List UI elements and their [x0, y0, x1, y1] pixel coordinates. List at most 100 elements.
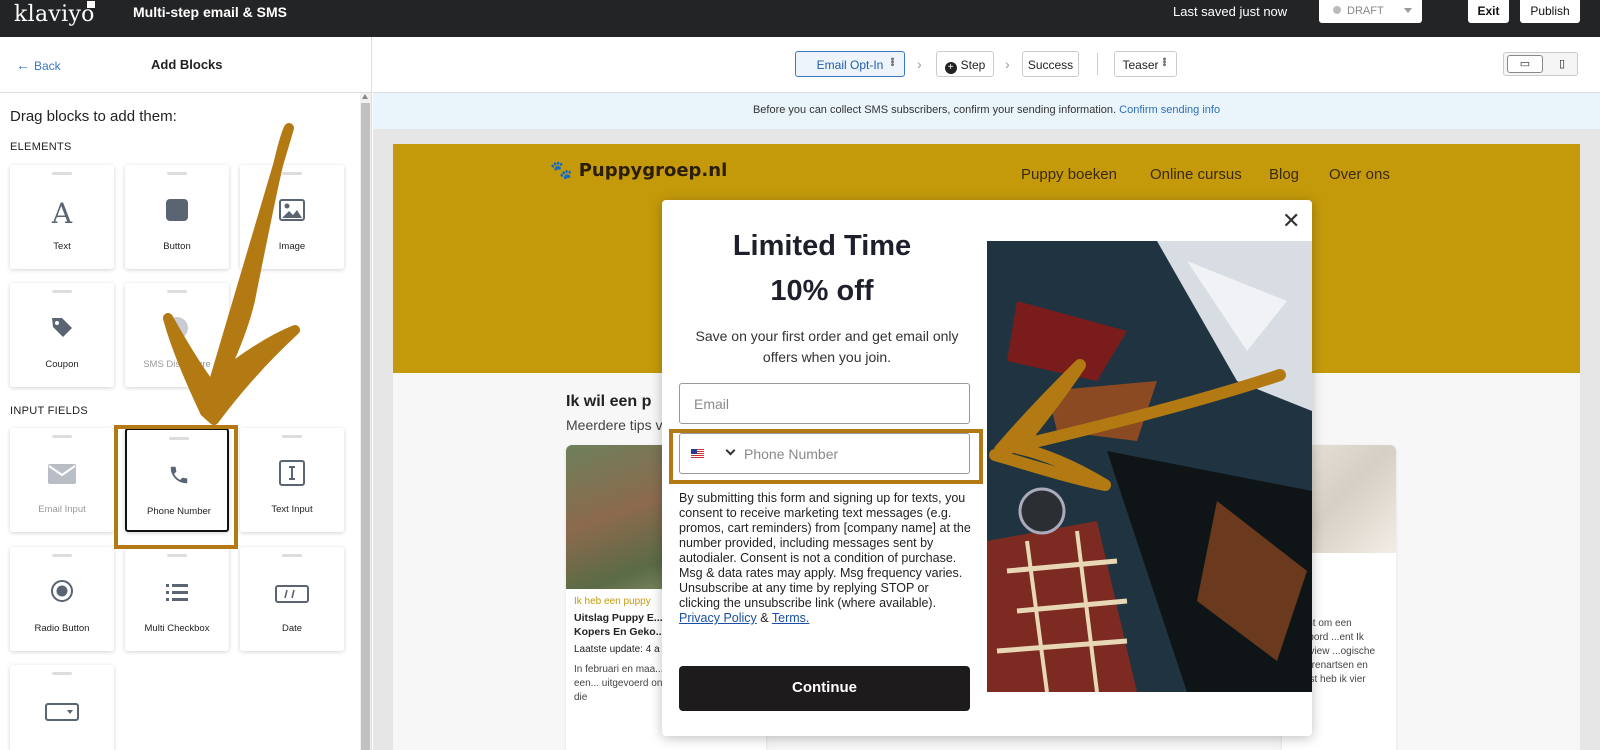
step-label: Success — [1027, 58, 1074, 72]
email-field[interactable]: Email — [679, 383, 970, 424]
panel-scrollbar[interactable] — [360, 93, 371, 750]
consent-ampersand: & — [760, 611, 769, 625]
block-label: Coupon — [45, 359, 79, 370]
plus-circle-icon: + — [944, 62, 957, 74]
scroll-up-icon[interactable] — [362, 94, 368, 99]
add-step-button[interactable]: + Step — [936, 51, 994, 77]
exit-button[interactable]: Exit — [1468, 0, 1509, 23]
drag-handle[interactable] — [167, 554, 187, 557]
block-label: Radio Button — [34, 623, 90, 634]
drag-handle[interactable] — [282, 172, 302, 175]
confirm-sending-info-link[interactable]: Confirm sending info — [1119, 104, 1220, 116]
mobile-view-icon[interactable]: ▯ — [1550, 55, 1574, 73]
block-label: Button — [163, 241, 191, 252]
klaviyo-logo: klaviyo — [14, 2, 95, 27]
annotation-highlight-box — [669, 429, 983, 484]
chevron-down-icon — [1404, 8, 1412, 13]
drag-hint: Drag blocks to add them: — [10, 108, 177, 125]
sms-consent-text: By submitting this form and signing up f… — [679, 491, 972, 626]
divider — [1097, 53, 1098, 75]
device-toggle: ▭ ▯ — [1503, 52, 1578, 76]
block-text-input[interactable]: Text Input — [240, 428, 344, 532]
back-label: Back — [34, 59, 61, 73]
block-text[interactable]: A Text — [10, 165, 114, 269]
tab-email-optin[interactable]: Email Opt-In ••• — [795, 51, 905, 77]
popup-offer: 10% off — [770, 275, 874, 307]
tab-teaser[interactable]: Teaser ••• — [1114, 51, 1177, 77]
block-email-input[interactable]: Email Input — [10, 428, 114, 532]
step-label: Step — [960, 58, 986, 72]
form-title[interactable]: Multi-step email & SMS — [133, 4, 287, 20]
block-label: Image — [278, 241, 306, 252]
site-nav-item: Over ons — [1329, 166, 1390, 183]
dropdown-icon — [10, 697, 114, 728]
block-image[interactable]: Image — [240, 165, 344, 269]
signup-popup: ✕ Limited Time 10% off Save on your firs… — [662, 200, 1312, 736]
clothing-photo — [987, 241, 1312, 692]
block-label: Email Input — [38, 504, 86, 515]
site-nav-item: Online cursus — [1150, 166, 1242, 183]
button-icon — [125, 197, 229, 228]
paw-icon: 🐾 — [550, 160, 579, 181]
drag-handle[interactable] — [282, 435, 302, 438]
drag-handle[interactable] — [52, 435, 72, 438]
tag-icon — [10, 315, 114, 346]
sms-icon — [125, 315, 229, 346]
step-label: Teaser — [1122, 58, 1159, 72]
block-sms-disclosure[interactable]: SMS Disclosure — [125, 283, 229, 387]
terms-link[interactable]: Terms. — [772, 611, 810, 625]
step-bar: Email Opt-In ••• › + Step › Success Tease… — [373, 37, 1600, 93]
block-multi-checkbox[interactable]: Multi Checkbox — [125, 547, 229, 651]
email-placeholder: Email — [694, 396, 730, 412]
desktop-view-icon[interactable]: ▭ — [1507, 55, 1543, 73]
top-bar: klaviyo Multi-step email & SMS Last save… — [0, 0, 1600, 37]
close-icon[interactable]: ✕ — [1282, 210, 1300, 232]
block-button[interactable]: Button — [125, 165, 229, 269]
site-nav-item: Blog — [1269, 166, 1300, 183]
panel-header: ← Back Add Blocks — [0, 37, 371, 93]
chevron-right-icon: › — [1005, 56, 1010, 72]
date-icon — [240, 579, 344, 610]
envelope-icon — [10, 460, 114, 491]
drag-handle[interactable] — [52, 672, 72, 675]
block-dropdown[interactable] — [10, 665, 114, 750]
scrollbar-thumb[interactable] — [361, 103, 370, 750]
panel-title: Add Blocks — [151, 57, 223, 72]
privacy-policy-link[interactable]: Privacy Policy — [679, 611, 757, 625]
drag-handle[interactable] — [52, 554, 72, 557]
block-label: Multi Checkbox — [144, 623, 210, 634]
continue-button[interactable]: Continue — [679, 666, 970, 711]
block-coupon[interactable]: Coupon — [10, 283, 114, 387]
drag-handle[interactable] — [52, 172, 72, 175]
block-date[interactable]: Date — [240, 547, 344, 651]
status-dropdown[interactable]: DRAFT — [1319, 0, 1422, 23]
drag-handle[interactable] — [52, 290, 72, 293]
site-logo: 🐾 Puppygroep.nl — [550, 160, 727, 181]
site-heading: Ik wil een p — [566, 393, 652, 410]
logo-flag-mark — [87, 1, 95, 8]
text-input-icon — [240, 460, 344, 493]
site-nav-item: Puppy boeken — [1021, 166, 1117, 183]
back-link[interactable]: ← Back — [16, 57, 61, 73]
block-label: Text Input — [271, 504, 313, 515]
popup-image — [987, 241, 1312, 692]
status-badge: DRAFT — [1347, 5, 1384, 17]
site-subheading: Meerdere tips v — [566, 417, 663, 433]
block-radio-button[interactable]: Radio Button — [10, 547, 114, 651]
add-blocks-panel: ← Back Add Blocks Drag blocks to add them… — [0, 37, 372, 750]
kebab-menu-icon[interactable]: ••• — [1158, 57, 1170, 66]
status-dot-icon — [1333, 6, 1341, 14]
drag-handle[interactable] — [282, 554, 302, 557]
list-icon — [125, 579, 229, 610]
drag-handle[interactable] — [167, 172, 187, 175]
site-logo-text: Puppygroep.nl — [578, 160, 728, 181]
block-label: Date — [281, 623, 303, 634]
publish-button[interactable]: Publish — [1520, 0, 1580, 23]
tab-success[interactable]: Success — [1022, 51, 1079, 77]
kebab-menu-icon[interactable]: ••• — [886, 57, 898, 66]
drag-handle[interactable] — [167, 290, 187, 293]
popup-title: Limited Time — [732, 230, 912, 262]
block-label: SMS Disclosure — [143, 359, 211, 370]
notice-text: Before you can collect SMS subscribers, … — [752, 104, 1117, 116]
annotation-highlight-box — [114, 425, 238, 549]
